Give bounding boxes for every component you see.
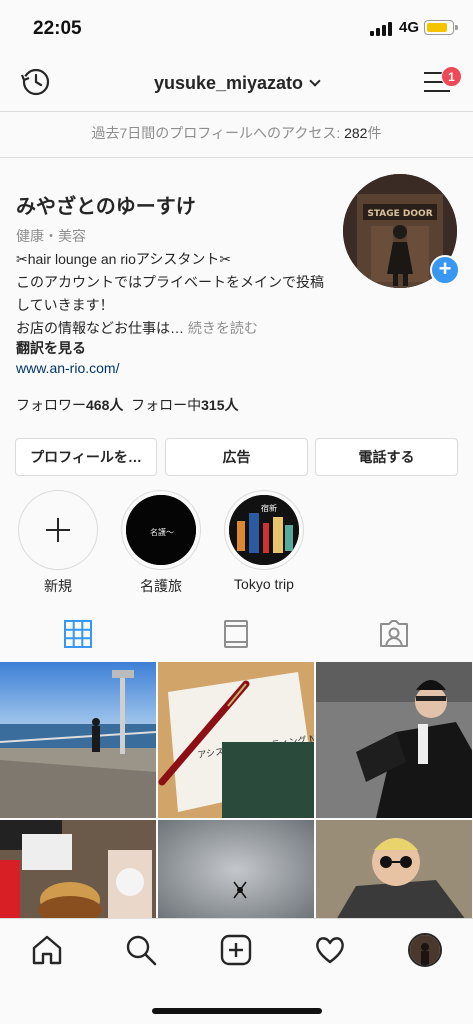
heart-icon[interactable] — [313, 933, 347, 967]
highlight-label: 名護旅 — [140, 578, 182, 594]
profile-visits-insight[interactable]: 過去7日間のプロフィールへのアクセス: 282件 — [0, 112, 473, 158]
signal-icon — [370, 22, 394, 36]
bio-text: お店の情報などお仕事は… — [16, 320, 188, 336]
tagged-person-icon[interactable] — [378, 618, 410, 650]
highlight-cover: 名護〜 — [126, 495, 196, 565]
home-icon[interactable] — [30, 933, 64, 967]
highlight-nago[interactable]: 名護〜 名護旅 — [121, 490, 205, 594]
account-switcher[interactable]: yusuke_miyazato — [0, 73, 473, 94]
notification-badge: 1 — [441, 66, 462, 87]
highlight-tokyo[interactable]: 宿新 Tokyo trip — [224, 490, 308, 592]
highlight-new[interactable]: 新規 — [18, 490, 102, 594]
category-label: 健康・美容 — [16, 228, 86, 244]
tv-icon[interactable] — [220, 618, 252, 650]
username-label: yusuke_miyazato — [153, 73, 304, 93]
status-bar: 22:05 4G — [0, 0, 473, 56]
insight-count: 282 — [344, 125, 368, 141]
highlight-cover-text: 名護〜 — [150, 527, 174, 537]
profile-avatar[interactable] — [408, 933, 442, 967]
promotions-button[interactable]: 広告 — [165, 438, 308, 476]
insight-prefix: 過去7日間のプロフィールへのアクセス: — [91, 125, 345, 141]
bio-line: このアカウントではプライベートをメインで投稿 — [16, 274, 324, 290]
post-thumbnail[interactable] — [316, 662, 472, 818]
highlight-label: Tokyo trip — [234, 576, 294, 592]
follow-counts: フォロワー468人 フォロー中315人 — [16, 395, 239, 415]
following-count[interactable]: フォロー中315人 — [131, 397, 238, 413]
call-button[interactable]: 電話する — [315, 438, 458, 476]
profile-header: yusuke_miyazato — [0, 56, 473, 112]
post-thumbnail[interactable] — [0, 662, 156, 818]
profile-tabs — [0, 610, 473, 662]
search-icon[interactable] — [124, 933, 158, 967]
bio: ✂hair lounge an rioアシスタント✂ このアカウントではプライベ… — [16, 248, 336, 340]
bio-line: ✂hair lounge an rioアシスタント✂ — [16, 251, 232, 267]
network-type: 4G — [399, 19, 420, 36]
highlight-cover-text: 宿新 — [261, 503, 277, 513]
highlight-cover: 宿新 — [229, 495, 299, 565]
followers-count[interactable]: フォロワー468人 — [16, 397, 123, 413]
read-more-link[interactable]: 続きを読む — [188, 320, 258, 336]
chevron-down-icon — [309, 75, 321, 87]
display-name: みやざとのゆーすけ — [16, 196, 196, 218]
svg-text:STAGE DOOR: STAGE DOOR — [367, 209, 432, 219]
add-story-plus-icon[interactable]: + — [430, 255, 460, 285]
translate-link[interactable]: 翻訳を見る — [16, 338, 86, 358]
bottom-navigation — [0, 918, 473, 1024]
edit-profile-button[interactable]: プロフィールを… — [15, 438, 157, 476]
grid-icon[interactable] — [62, 618, 94, 650]
post-thumbnail[interactable]: アシスタント ミーティング NOTE — [158, 662, 314, 818]
website-link[interactable]: www.an-rio.com/ — [16, 360, 119, 376]
new-post-icon[interactable] — [219, 933, 253, 967]
bio-line: お店の情報などお仕事は… 続きを読む — [16, 317, 336, 340]
battery-icon — [424, 20, 458, 35]
insight-suffix: 件 — [367, 125, 382, 141]
bio-line: していきます！ — [16, 297, 114, 313]
status-time: 22:05 — [33, 18, 82, 39]
home-indicator — [152, 1008, 322, 1014]
